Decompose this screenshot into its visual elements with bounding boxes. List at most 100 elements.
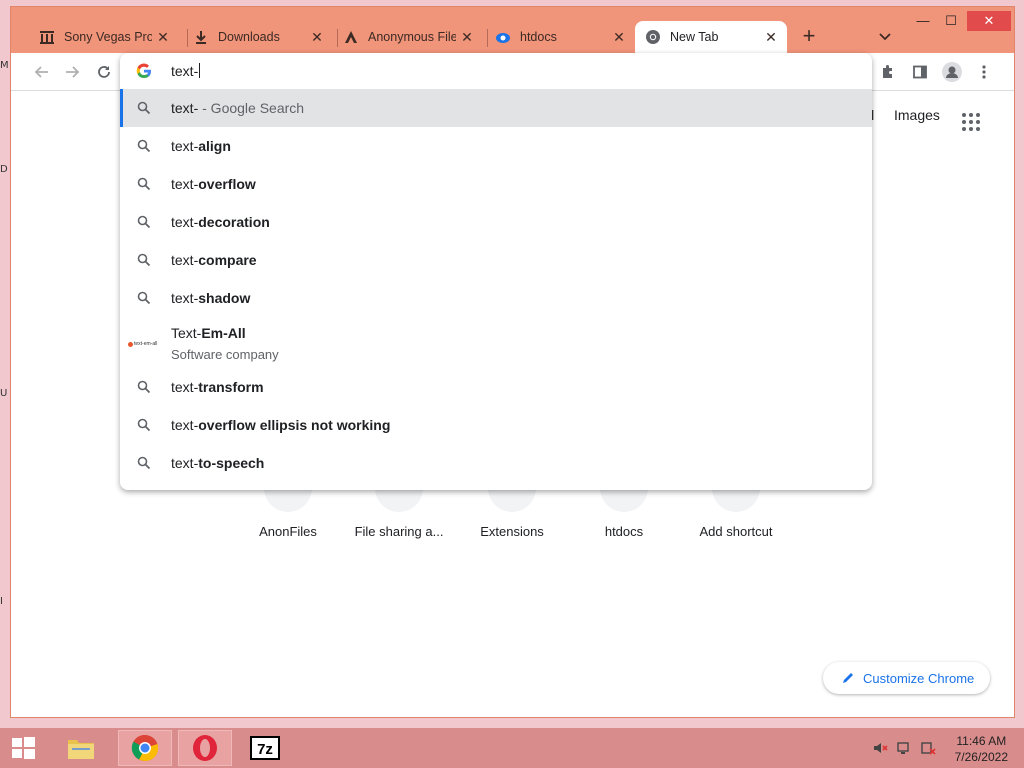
volume-muted-icon[interactable] bbox=[872, 740, 888, 759]
close-icon[interactable]: ✕ bbox=[309, 29, 325, 45]
suggestion-completion: to-speech bbox=[198, 455, 265, 471]
shortcut-label: AnonFiles bbox=[259, 524, 317, 539]
shortcut-label: htdocs bbox=[604, 524, 644, 539]
download-icon bbox=[193, 29, 209, 45]
suggestion-completion: overflow bbox=[198, 176, 256, 192]
suggestion-completion: overflow ellipsis not working bbox=[198, 417, 391, 433]
pencil-icon bbox=[841, 671, 855, 685]
close-icon[interactable]: ✕ bbox=[459, 29, 475, 45]
chrome-taskbar-icon[interactable] bbox=[118, 730, 172, 766]
search-icon bbox=[137, 139, 151, 153]
search-icon bbox=[137, 380, 151, 394]
suggestion-item[interactable]: text-to-speech bbox=[120, 444, 872, 482]
omnibox[interactable]: text- bbox=[120, 53, 872, 89]
more-menu-icon[interactable] bbox=[973, 61, 995, 83]
search-icon bbox=[137, 291, 151, 305]
tab-label: Downloads bbox=[218, 30, 280, 44]
search-icon bbox=[137, 177, 151, 191]
new-tab-button[interactable]: + bbox=[798, 25, 820, 48]
tab-strip: Sony Vegas Pro ✕ Downloads ✕ Anonymous F… bbox=[11, 7, 1014, 53]
suggestion-prefix: text- bbox=[171, 379, 199, 395]
suggestion-prefix: text- bbox=[171, 214, 199, 230]
reload-icon[interactable] bbox=[93, 61, 115, 83]
profile-avatar-icon[interactable] bbox=[941, 61, 963, 83]
shortcut-label: File sharing a... bbox=[354, 524, 444, 539]
search-icon bbox=[137, 215, 151, 229]
desktop-icon-fragment: D bbox=[0, 164, 8, 175]
suggestion-item[interactable]: text-overflow ellipsis not working bbox=[120, 406, 872, 444]
tab-label: Anonymous File bbox=[368, 30, 456, 44]
windows-start-icon[interactable] bbox=[0, 730, 46, 766]
suggestion-prefix: text- bbox=[171, 417, 199, 433]
suggestion-item[interactable]: text-decoration bbox=[120, 203, 872, 241]
search-icon bbox=[137, 418, 151, 432]
svg-text:7z: 7z bbox=[257, 741, 273, 758]
suggestion-item[interactable]: text-transform bbox=[120, 368, 872, 406]
maximize-button[interactable]: ☐ bbox=[935, 11, 967, 31]
desktop-icon-fragment: U bbox=[0, 388, 8, 399]
suggestion-completion: align bbox=[198, 138, 231, 154]
text-em-all-logo: text-em-all bbox=[128, 337, 160, 351]
close-icon[interactable]: ✕ bbox=[763, 29, 779, 45]
system-clock[interactable]: 11:46 AM 7/26/2022 bbox=[955, 733, 1008, 765]
shortcut-label: Add shortcut bbox=[699, 524, 773, 539]
suggestion-completion: shadow bbox=[198, 290, 251, 306]
side-panel-icon[interactable] bbox=[909, 61, 931, 83]
suggestion-completion: decoration bbox=[198, 214, 270, 230]
customize-label: Customize Chrome bbox=[863, 670, 975, 686]
file-explorer-icon[interactable] bbox=[58, 730, 104, 766]
suggestion-item[interactable]: text-shadow bbox=[120, 279, 872, 317]
search-icon bbox=[137, 456, 151, 470]
suggestion-entity[interactable]: text-em-all Text-Em-All Software company bbox=[120, 317, 872, 373]
omnibox-input[interactable]: text- bbox=[171, 63, 201, 79]
back-arrow-icon[interactable] bbox=[31, 61, 53, 83]
clock-date: 7/26/2022 bbox=[954, 750, 1008, 764]
suggestion-prefix: text- bbox=[171, 138, 199, 154]
network-icon[interactable] bbox=[896, 740, 912, 759]
power-alert-icon[interactable] bbox=[920, 740, 936, 759]
tab-label: htdocs bbox=[520, 30, 557, 44]
chevron-down-icon[interactable] bbox=[877, 28, 893, 44]
google-g-icon bbox=[136, 63, 152, 79]
suggestion-prefix: Text- bbox=[171, 325, 202, 341]
search-icon bbox=[137, 101, 151, 115]
cloud-icon bbox=[495, 29, 511, 45]
clock-time: 11:46 AM bbox=[956, 734, 1007, 748]
suggestion-completion: Em-All bbox=[201, 325, 246, 341]
suggestion-subtitle: Software company bbox=[171, 347, 279, 362]
suggestion-text: text- bbox=[171, 100, 199, 116]
tab-label: New Tab bbox=[670, 30, 719, 44]
extensions-icon[interactable] bbox=[877, 61, 899, 83]
7zip-taskbar-icon[interactable]: 7z bbox=[238, 730, 292, 766]
system-tray bbox=[872, 740, 936, 759]
desktop-icon-fragment: M bbox=[0, 60, 9, 71]
customize-chrome-button[interactable]: Customize Chrome bbox=[823, 662, 990, 694]
suggestion-item[interactable]: text-align bbox=[120, 127, 872, 165]
taskbar: 7z 11:46 AM 7/26/2022 bbox=[0, 728, 1024, 768]
shortcut-label: Extensions bbox=[480, 524, 544, 539]
opera-taskbar-icon[interactable] bbox=[178, 730, 232, 766]
close-window-button[interactable]: ✕ bbox=[967, 11, 1011, 31]
suggestion-item[interactable]: text-overflow bbox=[120, 165, 872, 203]
images-link[interactable]: Images bbox=[894, 107, 940, 123]
anonfiles-icon bbox=[343, 29, 359, 45]
chrome-icon bbox=[645, 29, 661, 45]
suggestion-item[interactable]: text-compare bbox=[120, 241, 872, 279]
tab-anonymous-file[interactable]: Anonymous File ✕ bbox=[333, 21, 483, 53]
search-icon bbox=[137, 253, 151, 267]
suggestion-prefix: text- bbox=[171, 252, 199, 268]
building-icon bbox=[39, 29, 55, 45]
close-icon[interactable]: ✕ bbox=[611, 29, 627, 45]
google-apps-icon[interactable] bbox=[962, 113, 980, 131]
suggestion-google-search[interactable]: text- - Google Search bbox=[120, 89, 872, 127]
suggestion-completion: transform bbox=[198, 379, 264, 395]
tab-sony-vegas[interactable]: Sony Vegas Pro ✕ bbox=[29, 21, 179, 53]
close-icon[interactable]: ✕ bbox=[155, 29, 171, 45]
suggestion-prefix: text- bbox=[171, 455, 199, 471]
tab-new-tab[interactable]: New Tab ✕ bbox=[635, 21, 787, 53]
tab-htdocs[interactable]: htdocs ✕ bbox=[485, 21, 635, 53]
desktop-icon-fragment: I bbox=[0, 596, 3, 607]
suggestion-prefix: text- bbox=[171, 176, 199, 192]
tab-downloads[interactable]: Downloads ✕ bbox=[183, 21, 333, 53]
forward-arrow-icon[interactable] bbox=[61, 61, 83, 83]
